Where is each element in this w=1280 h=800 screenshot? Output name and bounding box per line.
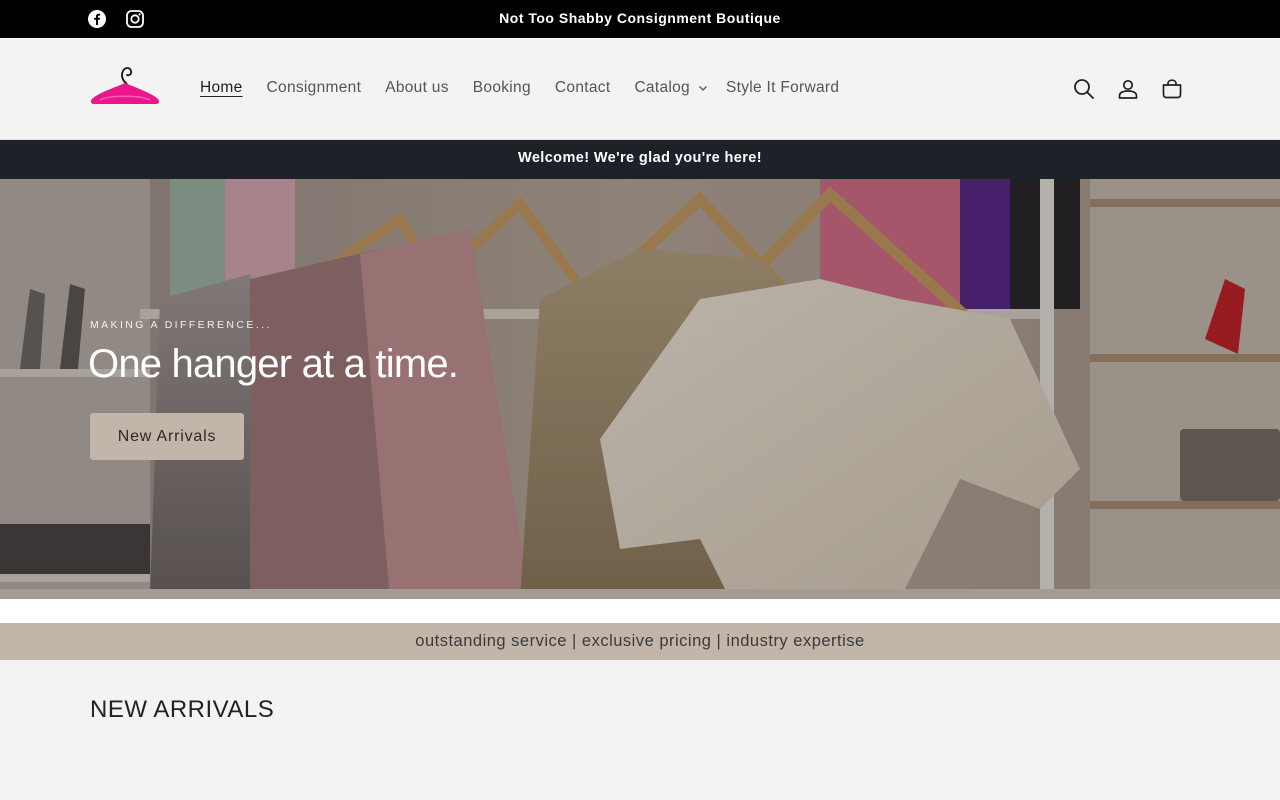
nav-catalog[interactable]: Catalog xyxy=(622,74,714,102)
nav-contact[interactable]: Contact xyxy=(543,74,623,102)
hero-overlay xyxy=(0,179,1280,599)
hero-banner: MAKING A DIFFERENCE... One hanger at a t… xyxy=(0,179,1280,599)
nav-home[interactable]: Home xyxy=(188,74,255,102)
announcement-bar: Not Too Shabby Consignment Boutique xyxy=(0,0,1280,38)
tagline-banner: outstanding service | exclusive pricing … xyxy=(0,623,1280,660)
new-arrivals-button[interactable]: New Arrivals xyxy=(90,413,244,460)
hanger-logo[interactable] xyxy=(88,61,162,109)
section-spacer xyxy=(0,599,1280,623)
site-header: Home Consignment About us Booking Contac… xyxy=(0,38,1280,140)
announcement-text: Not Too Shabby Consignment Boutique xyxy=(499,10,781,26)
nav-style-it-forward[interactable]: Style It Forward xyxy=(714,74,851,102)
hero-eyebrow: MAKING A DIFFERENCE... xyxy=(90,319,272,331)
welcome-banner: Welcome! We're glad you're here! xyxy=(0,140,1280,179)
cart-icon[interactable] xyxy=(1160,77,1184,101)
nav-catalog-label: Catalog xyxy=(634,79,690,96)
hero-title: One hanger at a time. xyxy=(88,342,459,386)
new-arrivals-heading: NEW ARRIVALS xyxy=(90,696,275,723)
nav-booking[interactable]: Booking xyxy=(461,74,543,102)
nav-about-us[interactable]: About us xyxy=(373,74,461,102)
main-nav: Home Consignment About us Booking Contac… xyxy=(188,74,851,102)
search-icon[interactable] xyxy=(1072,77,1096,101)
nav-consignment[interactable]: Consignment xyxy=(255,74,374,102)
chevron-down-icon xyxy=(699,86,707,91)
account-icon[interactable] xyxy=(1116,77,1140,101)
